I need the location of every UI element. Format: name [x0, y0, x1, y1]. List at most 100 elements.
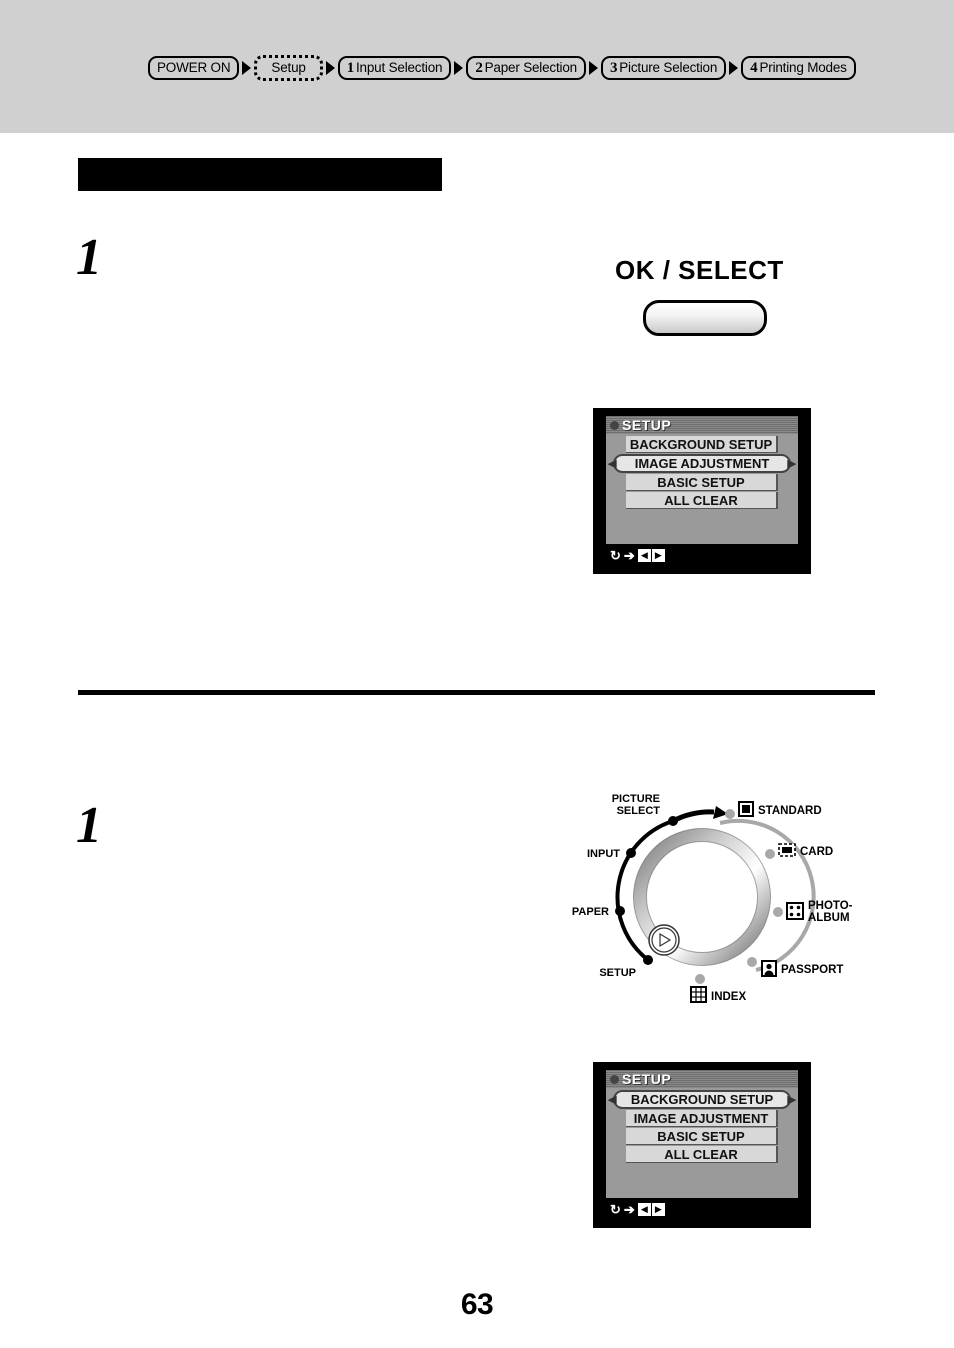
dial-arc-top [671, 809, 715, 824]
lcd-menu-label: BACKGROUND SETUP [630, 1092, 774, 1107]
dial-label-photo-album-line2: ALBUM [808, 912, 850, 924]
page-number: 63 [460, 1288, 494, 1321]
dial-label-card: CARD [800, 846, 833, 858]
lcd-menu-item-image-adjustment[interactable]: ◀ IMAGE ADJUSTMENT ▶ [606, 454, 798, 473]
breadcrumb-arrow-icon [729, 61, 739, 75]
solid-square-icon [738, 801, 754, 817]
breadcrumb-item-printing-modes[interactable]: 4 Printing Modes [741, 56, 856, 80]
dial-label-picture-select-line2: SELECT [617, 805, 661, 817]
lcd-menu-item-image-adjustment[interactable]: IMAGE ADJUSTMENT [606, 1110, 798, 1127]
lcd-menu-item-basic-setup[interactable]: BASIC SETUP [606, 1128, 798, 1145]
dial-label-passport: PASSPORT [781, 964, 843, 976]
lcd-menu-label: IMAGE ADJUSTMENT [634, 456, 770, 471]
lcd-nav-buttons[interactable]: ◀ ▶ [637, 548, 665, 562]
dial-dot-standard [725, 809, 735, 819]
chevron-left-icon: ◀ [608, 1094, 617, 1106]
lcd-menu-item-background-setup[interactable]: BACKGROUND SETUP [606, 436, 798, 453]
breadcrumb-step-number: 3 [609, 59, 618, 76]
lcd-footer-bar: ↻ ➔ ◀ ▶ [606, 544, 798, 566]
breadcrumb-item-setup[interactable]: Setup [254, 55, 323, 81]
lcd-title-text: SETUP [622, 1071, 672, 1087]
lcd-menu-label: ALL CLEAR [664, 492, 738, 508]
breadcrumb-step-number: 4 [750, 59, 758, 76]
dial-dot-paper [615, 906, 625, 916]
lcd-nav-buttons[interactable]: ◀ ▶ [637, 1202, 665, 1216]
dial-dot-index [695, 974, 705, 984]
ok-select-group: OK / SELECT [615, 255, 784, 336]
breadcrumb: POWER ON Setup 1 Input Selection 2 Paper… [148, 55, 856, 81]
breadcrumb-label: Picture Selection [619, 60, 718, 76]
arrow-right-icon: ➔ [623, 547, 635, 563]
lcd-menu-label: IMAGE ADJUSTMENT [633, 1110, 769, 1126]
lcd-footer-bar: ↻ ➔ ◀ ▶ [606, 1198, 798, 1220]
ok-select-button[interactable] [643, 300, 767, 336]
lcd-menu-list: BACKGROUND SETUP ◀ IMAGE ADJUSTMENT ▶ BA… [606, 436, 798, 509]
chevron-left-icon: ◀ [608, 458, 617, 470]
breadcrumb-step-number: 2 [475, 59, 483, 76]
nav-right-icon[interactable]: ▶ [651, 1202, 665, 1216]
section-title-bar [78, 158, 442, 191]
dial-label-picture-select-line1: PICTURE [612, 793, 660, 805]
dial-label-setup: SETUP [599, 967, 636, 979]
ok-select-label: OK / SELECT [615, 255, 784, 285]
breadcrumb-item-paper-selection[interactable]: 2 Paper Selection [466, 56, 586, 80]
breadcrumb-label: POWER ON [157, 60, 231, 76]
dial-label-standard: STANDARD [758, 805, 822, 817]
card-icon [778, 843, 796, 857]
lcd-menu-list: ◀ BACKGROUND SETUP ▶ IMAGE ADJUSTMENT BA… [606, 1090, 798, 1163]
dial-label-input: INPUT [587, 848, 620, 860]
lcd-menu-item-basic-setup[interactable]: BASIC SETUP [606, 474, 798, 491]
lcd-title-bar: SETUP [606, 1070, 798, 1088]
dial-label-photo-album-line1: PHOTO- [808, 900, 853, 912]
dial-dot-photo-album [773, 907, 783, 917]
breadcrumb-arrow-icon [588, 61, 598, 75]
dial-dot-input [626, 848, 636, 858]
breadcrumb-item-input-selection[interactable]: 1 Input Selection [337, 56, 452, 80]
lcd-menu-label: ALL CLEAR [664, 1146, 738, 1162]
chevron-right-icon: ▶ [787, 1094, 796, 1106]
dial-dot-picture-select [668, 816, 678, 826]
lcd-title-dot-icon [610, 1074, 619, 1084]
dial-label-index: INDEX [711, 991, 746, 1003]
index-grid-icon [690, 986, 707, 1003]
lcd-screen-content: SETUP ◀ BACKGROUND SETUP ▶ IMAGE ADJUSTM… [606, 1070, 798, 1220]
nav-left-icon[interactable]: ◀ [637, 548, 651, 562]
lcd-title-text: SETUP [622, 417, 672, 433]
lcd-menu-label: BACKGROUND SETUP [629, 436, 773, 452]
lcd-title-dot-icon [610, 420, 619, 430]
dial-dot-passport [747, 957, 757, 967]
step-number-lower: 1 [76, 797, 102, 854]
breadcrumb-item-power-on[interactable]: POWER ON [148, 56, 240, 80]
breadcrumb-item-picture-selection[interactable]: 3 Picture Selection [600, 56, 727, 80]
lcd-screen-bottom: SETUP ◀ BACKGROUND SETUP ▶ IMAGE ADJUSTM… [593, 1062, 811, 1228]
breadcrumb-step-number: 1 [346, 59, 355, 76]
step-number-upper: 1 [76, 229, 102, 286]
passport-icon [761, 960, 777, 977]
section-divider [78, 690, 875, 695]
lcd-screen-top: SETUP BACKGROUND SETUP ◀ IMAGE ADJUSTMEN… [593, 408, 811, 574]
chevron-right-icon: ▶ [787, 458, 796, 470]
breadcrumb-arrow-icon [454, 61, 464, 75]
lcd-menu-label: BASIC SETUP [657, 474, 745, 490]
nav-left-icon[interactable]: ◀ [637, 1202, 651, 1216]
dial-dot-card [765, 849, 775, 859]
dial-label-paper: PAPER [572, 906, 609, 918]
breadcrumb-label: Input Selection [356, 60, 443, 76]
lcd-menu-item-all-clear[interactable]: ALL CLEAR [606, 1146, 798, 1163]
breadcrumb-arrow-icon [242, 61, 252, 75]
mode-dial-diagram: PICTURE SELECT INPUT PAPER SETUP STANDAR… [560, 790, 870, 1010]
arrow-right-icon: ➔ [623, 1201, 635, 1217]
breadcrumb-label: Printing Modes [759, 60, 847, 76]
loop-arrow-icon: ↻ [610, 547, 621, 563]
breadcrumb-arrow-icon [325, 61, 335, 75]
breadcrumb-label: Paper Selection [484, 60, 578, 76]
lcd-menu-item-all-clear[interactable]: ALL CLEAR [606, 492, 798, 509]
lcd-screen-content: SETUP BACKGROUND SETUP ◀ IMAGE ADJUSTMEN… [606, 416, 798, 566]
loop-arrow-icon: ↻ [610, 1201, 621, 1217]
lcd-menu-label: BASIC SETUP [657, 1128, 745, 1144]
breadcrumb-label: Setup [271, 60, 306, 76]
dial-dot-setup [643, 955, 653, 965]
lcd-title-bar: SETUP [606, 416, 798, 434]
lcd-menu-item-background-setup[interactable]: ◀ BACKGROUND SETUP ▶ [606, 1090, 798, 1109]
nav-right-icon[interactable]: ▶ [651, 548, 665, 562]
